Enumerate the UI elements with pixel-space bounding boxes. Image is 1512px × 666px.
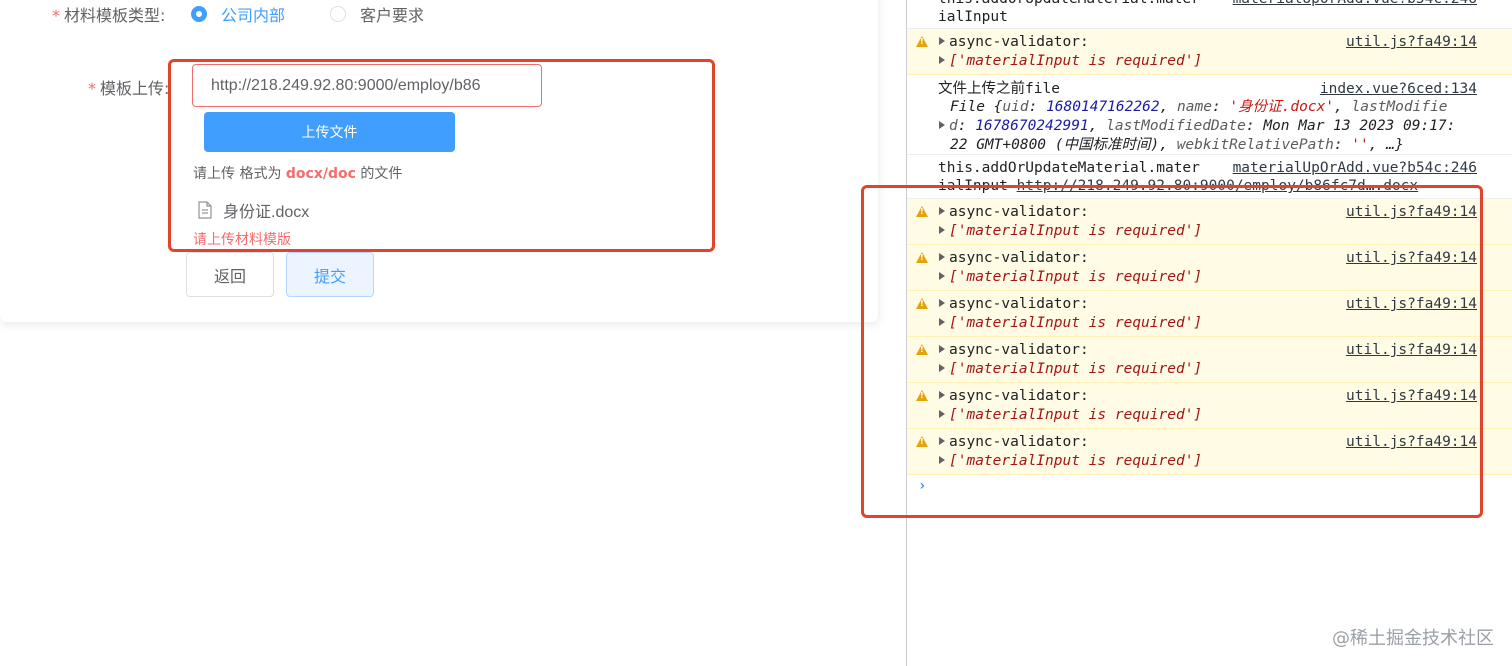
form-card — [0, 0, 878, 322]
console-log-row: this.addOrUpdateMaterial.mater materialU… — [907, 0, 1512, 29]
radio-client-requirement[interactable]: 客户要求 — [330, 2, 424, 26]
warning-icon — [916, 344, 928, 355]
upload-tip: 请上传 格式为 docx/doc 的文件 — [193, 166, 403, 182]
expand-warning[interactable]: async-validator: — [939, 295, 1089, 314]
expand-array[interactable]: ['materialInput is required'] — [939, 314, 1202, 333]
expand-array[interactable]: ['materialInput is required'] — [939, 52, 1202, 71]
warning-icon — [916, 390, 928, 401]
expand-array[interactable]: ['materialInput is required'] — [939, 222, 1202, 241]
warning-icon — [916, 298, 928, 309]
console-warning-row: async-validator: util.js?fa49:14 ['mater… — [907, 429, 1512, 475]
expand-arrow-icon — [939, 272, 945, 280]
expand-arrow-icon — [939, 37, 945, 45]
expand-arrow-icon — [939, 207, 945, 215]
console-log-row: this.addOrUpdateMaterial.mater materialU… — [907, 155, 1512, 199]
expand-arrow-icon — [939, 437, 945, 445]
devtools-console: this.addOrUpdateMaterial.mater materialU… — [906, 0, 1512, 666]
console-warning-row: async-validator: util.js?fa49:14 ['mater… — [907, 383, 1512, 429]
console-warning-row: async-validator: util.js?fa49:14 ['mater… — [907, 291, 1512, 337]
console-warning-row: async-validator: util.js?fa49:14 ['mater… — [907, 199, 1512, 245]
warning-icon — [916, 436, 928, 447]
expand-array[interactable]: ['materialInput is required'] — [939, 360, 1202, 379]
radio-unchecked-icon — [330, 6, 346, 22]
source-link[interactable]: index.vue?6ced:134 — [1320, 80, 1477, 99]
watermark: @稀土掘金技术社区 — [1332, 628, 1494, 649]
console-prompt[interactable]: › — [918, 478, 926, 494]
template-upload-label: * 模板上传: — [88, 79, 170, 98]
source-link[interactable]: materialUpOrAdd.vue?b54c:246 — [1233, 159, 1477, 178]
expand-arrow-icon — [939, 56, 945, 64]
source-link[interactable]: util.js?fa49:14 — [1346, 203, 1477, 222]
expand-array[interactable]: ['materialInput is required'] — [939, 452, 1202, 471]
warning-icon — [916, 36, 928, 47]
radio-company-internal[interactable]: 公司内部 — [191, 2, 285, 26]
expand-arrow-icon — [939, 299, 945, 307]
expand-arrow-icon — [939, 226, 945, 234]
expand-arrow-icon — [939, 364, 945, 372]
material-type-label: * 材料模板类型: — [52, 6, 166, 25]
expand-arrow-icon — [939, 456, 945, 464]
expand-array[interactable]: ['materialInput is required'] — [939, 406, 1202, 425]
expand-warning[interactable]: async-validator: — [939, 33, 1089, 52]
expand-arrow-icon — [939, 391, 945, 399]
source-link[interactable]: util.js?fa49:14 — [1346, 249, 1477, 268]
template-url-input[interactable] — [192, 64, 542, 107]
warning-icon — [916, 206, 928, 217]
form-pane: *材料模板类型: 公司内部 客户要求 *模板上传: 上传文件 请上传 格式为 d… — [0, 0, 906, 666]
expand-arrow-icon — [939, 410, 945, 418]
console-warning-row: async-validator: util.js?fa49:14 ['mater… — [907, 29, 1512, 75]
expand-warning[interactable]: async-validator: — [939, 433, 1089, 452]
console-warning-row: async-validator: util.js?fa49:14 ['mater… — [907, 337, 1512, 383]
back-button[interactable]: 返回 — [186, 252, 274, 297]
expand-warning[interactable]: async-validator: — [939, 249, 1089, 268]
radio-checked-icon — [191, 6, 207, 22]
expand-warning[interactable]: async-validator: — [939, 203, 1089, 222]
expand-array[interactable]: ['materialInput is required'] — [939, 268, 1202, 287]
validation-error: 请上传材料模版 — [193, 232, 291, 248]
source-link[interactable]: util.js?fa49:14 — [1346, 433, 1477, 452]
document-icon — [198, 201, 212, 219]
source-link[interactable]: materialUpOrAdd.vue?b54c:246 — [1233, 0, 1477, 9]
expand-warning[interactable]: async-validator: — [939, 341, 1089, 360]
expand-warning[interactable]: async-validator: — [939, 387, 1089, 406]
warning-icon — [916, 252, 928, 263]
upload-file-button[interactable]: 上传文件 — [204, 112, 455, 152]
source-link[interactable]: util.js?fa49:14 — [1346, 341, 1477, 360]
expand-arrow-icon — [939, 318, 945, 326]
expand-arrow-icon — [939, 345, 945, 353]
expand-arrow-icon — [939, 121, 945, 129]
expand-file-object[interactable]: d: 1678670242991, lastModifiedDate: Mon … — [939, 117, 1455, 136]
submit-button[interactable]: 提交 — [286, 252, 374, 297]
source-link[interactable]: util.js?fa49:14 — [1346, 387, 1477, 406]
uploaded-file-item[interactable]: 身份证.docx — [197, 198, 309, 222]
source-link[interactable]: util.js?fa49:14 — [1346, 33, 1477, 52]
console-warning-row: async-validator: util.js?fa49:14 ['mater… — [907, 245, 1512, 291]
console-log-row: 文件上传之前file index.vue?6ced:134 File {uid:… — [907, 75, 1512, 155]
expand-arrow-icon — [939, 253, 945, 261]
source-link[interactable]: util.js?fa49:14 — [1346, 295, 1477, 314]
file-name: 身份证.docx — [223, 204, 310, 221]
url-link[interactable]: http://218.249.92.80:9000/employ/b86fc7d… — [1017, 178, 1419, 194]
